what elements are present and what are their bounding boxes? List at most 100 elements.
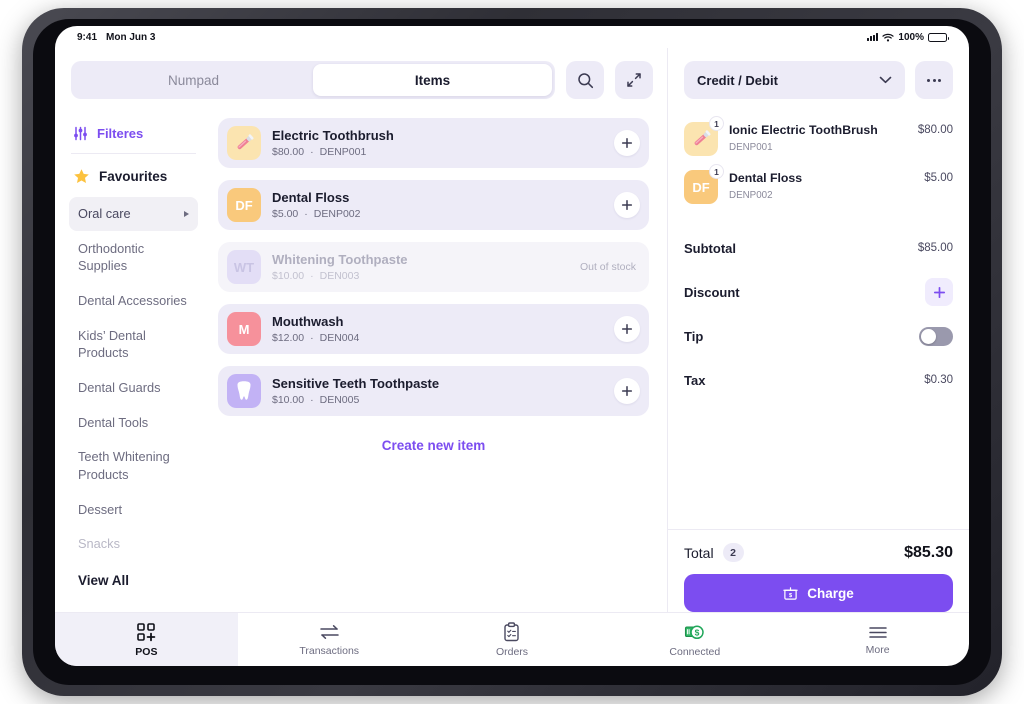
tax-row: Tax $0.30: [684, 358, 953, 402]
item-name: Sensitive Teeth Toothpaste: [272, 375, 440, 391]
category-label: Dessert: [78, 501, 123, 517]
item-thumbnail-initials: DF: [235, 197, 253, 213]
search-icon: [577, 72, 593, 88]
tab-numpad[interactable]: Numpad: [74, 64, 313, 96]
subtotal-row: Subtotal $85.00: [684, 226, 953, 270]
order-summary: Subtotal $85.00 Discount Tip Tax $0.30: [668, 218, 969, 402]
cart-line-item[interactable]: DF 1 Dental Floss DENP002 $5.00: [684, 164, 953, 204]
nav-item-connected[interactable]: $ Connected: [603, 613, 786, 666]
item-meta: $10.00 · DEN003: [272, 270, 569, 282]
item-thumbnail-initials: WT: [233, 259, 255, 275]
total-label: Total: [684, 544, 714, 561]
filters-label: Filteres: [97, 126, 144, 141]
cash-register-icon: $: [783, 586, 798, 600]
tab-items[interactable]: Items: [313, 64, 552, 96]
category-label: Snacks: [78, 536, 120, 552]
payment-method-select[interactable]: Credit / Debit: [684, 61, 905, 99]
add-item-button[interactable]: [614, 192, 640, 218]
category-label: Kids’ Dental Products: [78, 327, 146, 361]
item-meta: $80.00 · DENP001: [272, 146, 603, 158]
category-label: Dental Tools: [78, 414, 149, 430]
nav-item-orders[interactable]: Orders: [421, 613, 604, 666]
sidebar-item-dental-tools[interactable]: Dental Tools: [69, 406, 198, 440]
discount-row: Discount: [684, 270, 953, 314]
more-options-button[interactable]: [915, 61, 953, 99]
nav-item-transactions[interactable]: Transactions: [238, 613, 421, 666]
charge-label: Charge: [807, 585, 854, 601]
view-mode-segmented-control[interactable]: Numpad Items: [71, 61, 555, 99]
total-row: Total 2 $85.30: [684, 543, 953, 562]
item-card[interactable]: M Mouthwash $12.00 · DEN004: [218, 304, 649, 354]
battery-percent: 100%: [898, 31, 924, 43]
plus-icon: [621, 385, 633, 397]
charge-button[interactable]: $ Charge: [684, 574, 953, 612]
toothbrush-image: [227, 126, 261, 160]
add-item-button[interactable]: [614, 316, 640, 342]
add-item-button[interactable]: [614, 130, 640, 156]
battery-full-icon: [928, 32, 949, 42]
cart-pane: 1 Ionic Electric ToothBrush DENP001 $80.00 D…: [667, 112, 969, 612]
status-time: 9:41: [77, 31, 98, 43]
category-label: Oral care: [78, 206, 131, 221]
filters-button[interactable]: Filteres: [69, 120, 198, 153]
sidebar-item-favourites[interactable]: Favourites: [69, 164, 198, 197]
subtotal-value: $85.00: [917, 242, 953, 254]
item-meta-separator: ·: [310, 332, 314, 345]
search-button[interactable]: [566, 61, 604, 99]
item-thumbnail-initials: M: [238, 321, 250, 337]
add-item-button[interactable]: [614, 378, 640, 404]
sidebar-item-kids-dental-products[interactable]: Kids’ Dental Products: [69, 319, 198, 370]
svg-text:$: $: [789, 592, 793, 598]
cart-line-item[interactable]: 1 Ionic Electric ToothBrush DENP001 $80.00: [684, 116, 953, 156]
item-name: Whitening Toothpaste: [272, 251, 408, 267]
main-content: Filteres Favourites Oral care Orthodontic…: [55, 112, 969, 612]
top-bar: Numpad Items Credit / Debit: [55, 48, 969, 112]
cart-item-quantity-badge: 1: [709, 164, 724, 179]
expand-button[interactable]: [615, 61, 653, 99]
svg-text:$: $: [694, 627, 699, 637]
discount-label: Discount: [684, 284, 740, 300]
cart-item-text: Dental Floss DENP002: [729, 170, 913, 201]
cellular-signal-icon: [867, 33, 879, 41]
nav-item-more[interactable]: More: [786, 613, 969, 666]
cart-line-items: 1 Ionic Electric ToothBrush DENP001 $80.00 D…: [668, 112, 969, 218]
plus-icon: [621, 323, 633, 335]
item-meta-separator: ·: [304, 208, 308, 221]
subtotal-label: Subtotal: [684, 240, 736, 256]
pos-grid-plus-icon: [136, 622, 156, 642]
sidebar-item-oral-care[interactable]: Oral care: [69, 197, 198, 231]
favourites-label: Favourites: [99, 169, 168, 184]
create-new-item-button[interactable]: Create new item: [218, 428, 649, 463]
tip-toggle[interactable]: [919, 326, 953, 346]
sidebar-item-view-all[interactable]: View All: [69, 562, 198, 599]
sidebar-item-dessert[interactable]: Dessert: [69, 493, 198, 527]
out-of-stock-label: Out of stock: [579, 261, 636, 273]
status-bar: 9:41 Mon Jun 3 100%: [55, 26, 969, 48]
item-grid: Electric Toothbrush $80.00 · DENP001 DF Denta…: [210, 112, 667, 612]
more-horizontal-icon: [927, 78, 930, 82]
cart-footer: Total 2 $85.30 $ Charge: [668, 529, 969, 612]
item-thumbnail: WT: [227, 250, 261, 284]
sidebar-item-teeth-whitening-products[interactable]: Teeth Whitening Products: [69, 440, 198, 491]
bottom-navigation: POS Transactions Orders $ Connected More: [55, 612, 969, 666]
star-icon: [74, 169, 89, 183]
hamburger-menu-icon: [868, 626, 887, 638]
nav-item-pos[interactable]: POS: [55, 613, 238, 666]
item-price: $10.00: [272, 394, 305, 407]
item-card[interactable]: Electric Toothbrush $80.00 · DENP001: [218, 118, 649, 168]
cart-item-thumbnail-wrap: DF 1: [684, 164, 724, 204]
cart-item-sku: DENP001: [729, 142, 773, 154]
cart-item-sku: DENP002: [729, 190, 773, 202]
sidebar-item-orthodontic-supplies[interactable]: Orthodontic Supplies: [69, 232, 198, 283]
sidebar-item-dental-guards[interactable]: Dental Guards: [69, 371, 198, 405]
item-card[interactable]: DF Dental Floss $5.00 · DENP002: [218, 180, 649, 230]
item-sku: DEN003: [319, 270, 360, 283]
total-item-count-badge: 2: [722, 543, 744, 562]
chevron-down-icon: [879, 76, 892, 84]
item-meta: $5.00 · DENP002: [272, 208, 603, 220]
sidebar-item-dental-accessories[interactable]: Dental Accessories: [69, 284, 198, 318]
sidebar-item-snacks[interactable]: Snacks: [69, 527, 198, 561]
item-text: Sensitive Teeth Toothpaste $10.00 · DEN005: [272, 376, 603, 407]
item-card[interactable]: Sensitive Teeth Toothpaste $10.00 · DEN005: [218, 366, 649, 416]
add-discount-button[interactable]: [925, 278, 953, 306]
